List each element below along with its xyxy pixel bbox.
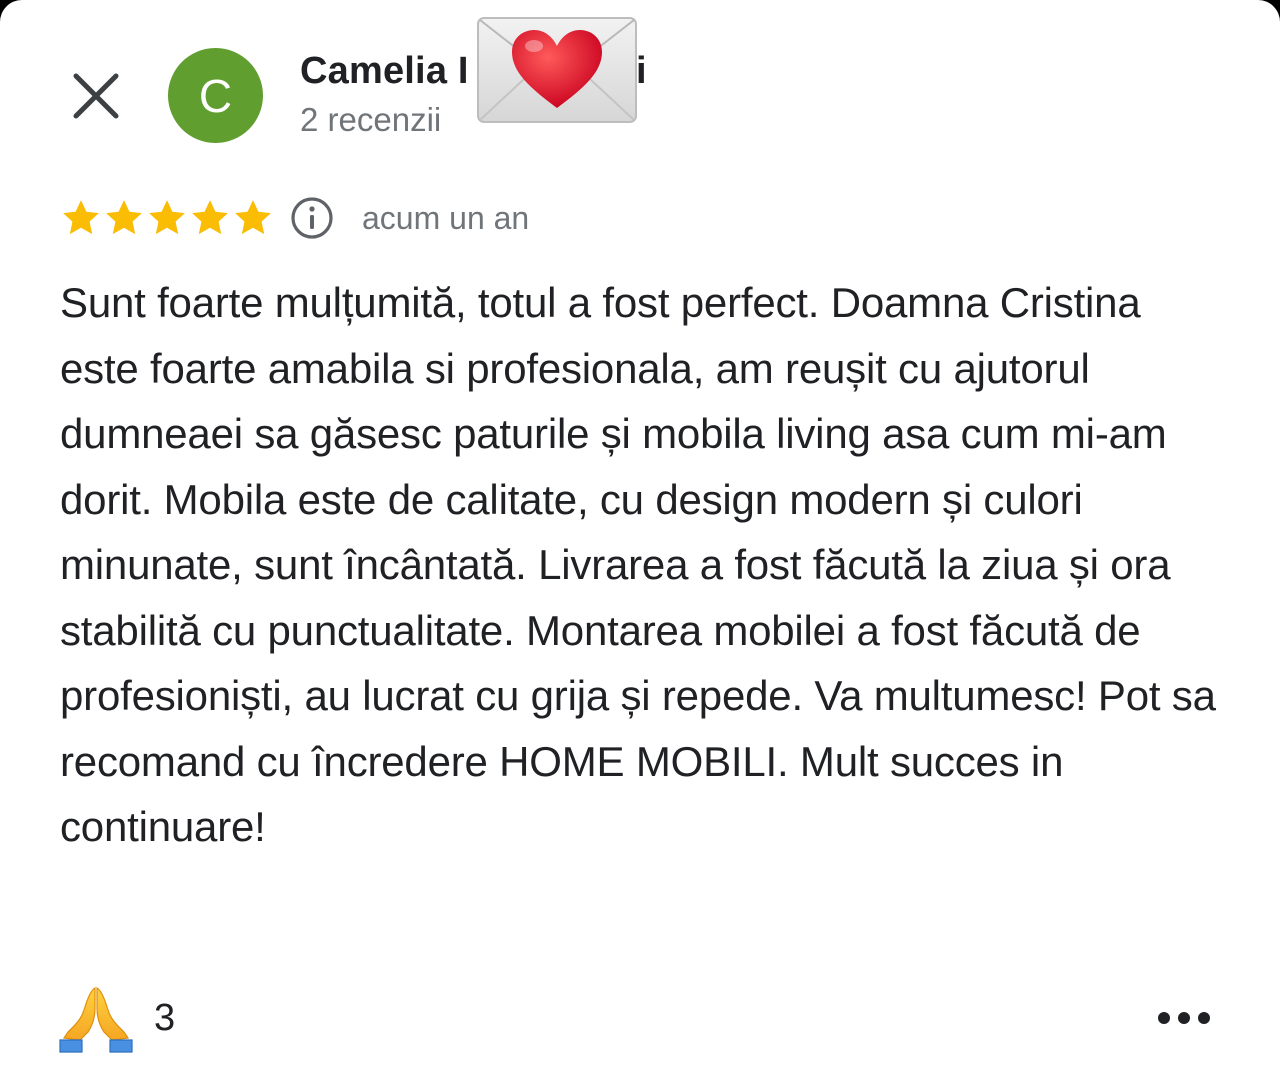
reaction-button[interactable]: 3 <box>58 982 175 1054</box>
more-horizontal-icon[interactable] <box>1152 996 1216 1040</box>
star-icon <box>235 200 271 235</box>
love-letter-emoji <box>477 17 637 123</box>
review-time: acum un an <box>362 199 530 236</box>
close-button[interactable] <box>66 66 126 126</box>
avatar[interactable]: C <box>168 48 263 143</box>
review-card: C Camelia Ii 2 recenzii acum un an Sunt … <box>0 0 1280 1077</box>
info-icon[interactable] <box>288 194 336 242</box>
star-icon <box>106 200 142 235</box>
review-text: Sunt foarte mulțumită, totul a fost perf… <box>60 279 1216 850</box>
folded-hands-icon <box>59 987 133 1053</box>
star-rating <box>60 197 274 239</box>
star-icon <box>63 200 99 235</box>
reviewer-review-count: 2 recenzii <box>300 101 442 138</box>
star-icon <box>149 200 185 235</box>
close-icon <box>73 73 119 119</box>
avatar-initial: C <box>198 69 233 122</box>
star-icon <box>192 200 228 235</box>
reaction-count: 3 <box>154 996 176 1039</box>
reviewer-name[interactable]: Camelia Ii <box>300 50 647 93</box>
rating-row: acum un an <box>60 192 529 244</box>
reviewer-name-visible: Camelia I <box>300 50 469 92</box>
